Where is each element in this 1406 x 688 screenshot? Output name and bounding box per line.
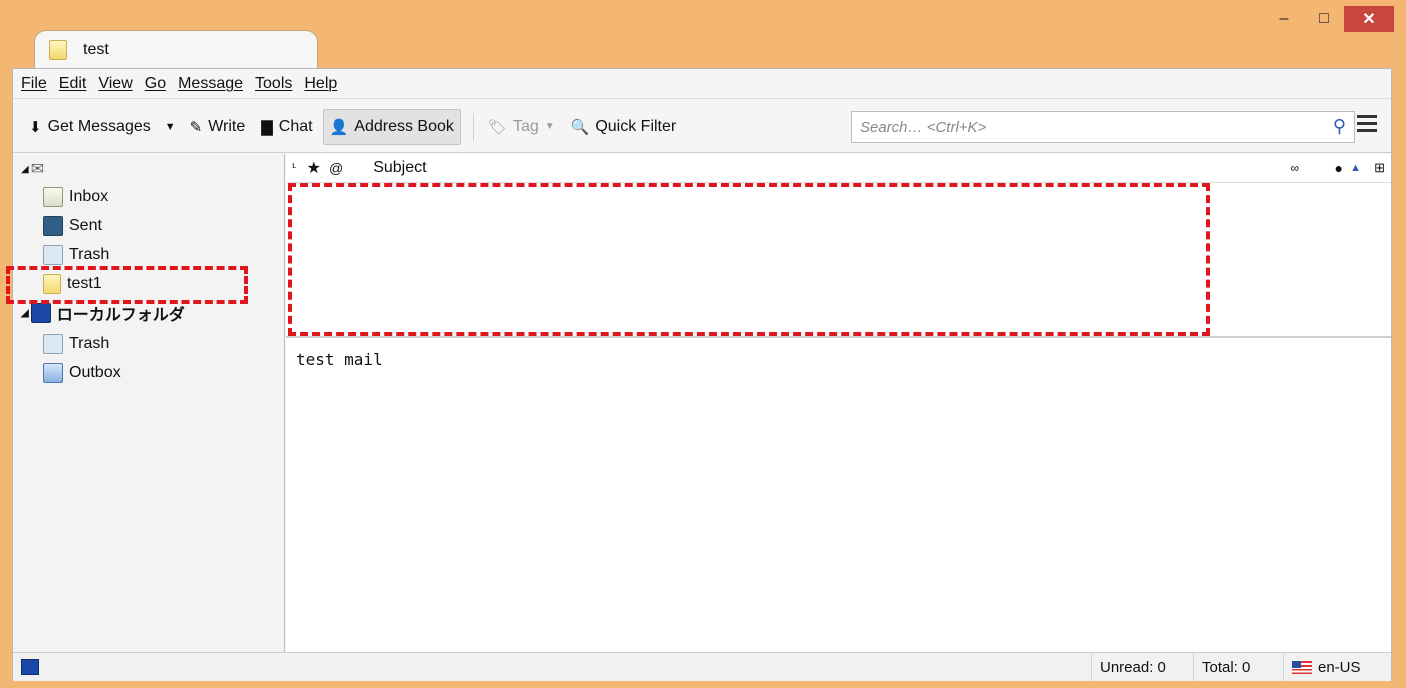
collapse-triangle-icon[interactable]: ◢ [21,164,29,175]
highlight-test1-folder [6,266,248,304]
us-flag-icon [1292,660,1312,674]
junk-column-icon[interactable]: ● [1335,160,1343,176]
tag-button[interactable]: 🏷 Tag ▼ [482,110,561,144]
folder-outbox[interactable]: Outbox [43,360,121,386]
minimize-button[interactable]: – [1264,6,1304,32]
folder-inbox-label: Inbox [69,188,109,205]
chat-button[interactable]: ▇ Chat [255,110,318,144]
search-placeholder: Search… <Ctrl+K> [860,118,987,136]
quick-filter-label: Quick Filter [595,117,677,135]
attachment-column-icon[interactable]: @ [329,160,343,176]
online-status-icon[interactable] [21,659,39,675]
star-column-icon[interactable]: ★ [307,158,321,178]
total-count: Total: 0 [1193,653,1283,681]
write-button[interactable]: ✎ Write [184,110,252,144]
chat-label: Chat [278,117,313,135]
mail-client: File Edit View Go Message Tools Help ⬇ G… [12,68,1392,681]
folder-pane: ◢ ✉ Inbox Sent Trash test1 ◢ ローカルフォルダ Tr… [13,154,285,652]
main-toolbar: ⬇ Get Messages ▼ ✎ Write ▇ Chat 👤 Addres… [13,101,1391,153]
pencil-icon: ✎ [189,118,203,136]
get-messages-dropdown[interactable]: ▼ [161,110,180,144]
window-controls: – □ ✕ [1264,6,1394,32]
thread-column-icon[interactable]: ᒻ [292,161,297,175]
inbox-icon [43,187,63,207]
chat-bubble-icon: ▇ [261,118,273,136]
menu-view[interactable]: View [98,75,132,93]
dropdown-arrow-icon: ▼ [544,121,555,132]
tag-icon: 🏷 [487,118,507,136]
outbox-icon [43,363,63,383]
message-body: test mail [296,350,383,369]
menu-message[interactable]: Message [178,75,243,93]
menu-tools[interactable]: Tools [255,75,292,93]
download-icon: ⬇ [29,118,42,136]
collapse-triangle-icon[interactable]: ◢ [21,308,29,319]
dropdown-arrow-icon: ▼ [164,120,176,133]
folder-sent[interactable]: Sent [43,213,102,239]
menu-edit[interactable]: Edit [59,75,87,93]
language-indicator[interactable]: en-US [1283,653,1373,681]
computer-icon [30,303,51,323]
highlight-thread-area [288,183,1210,336]
envelope-icon: ✉ [30,161,45,178]
sort-ascending-icon[interactable]: ▲ [1350,162,1361,174]
sent-icon [43,216,63,236]
close-button[interactable]: ✕ [1344,6,1394,32]
search-icon[interactable]: ⚲ [1333,116,1346,137]
tag-label: Tag [512,117,539,135]
address-book-label: Address Book [354,117,454,135]
account-row[interactable]: ◢ ✉ [21,156,44,182]
address-book-button[interactable]: 👤 Address Book [322,108,461,145]
message-pane: test mail [286,338,1391,652]
unread-count: Unread: 0 [1091,653,1193,681]
read-column-icon[interactable]: ∞ [1290,161,1299,175]
maximize-button[interactable]: □ [1304,6,1344,32]
thread-header: ᒻ ★ @ Subject ∞ ● ▲ ⊞ [286,154,1391,183]
folder-local-trash-label: Trash [69,335,110,352]
language-label: en-US [1318,658,1361,676]
folder-local-trash[interactable]: Trash [43,331,109,357]
quick-filter-button[interactable]: 🔍 Quick Filter [565,110,683,144]
status-bar: Unread: 0 Total: 0 en-US [13,652,1391,681]
trash-icon [43,245,63,265]
search-input[interactable]: Search… <Ctrl+K> ⚲ [851,111,1355,143]
folder-outbox-label: Outbox [69,364,121,381]
menu-bar: File Edit View Go Message Tools Help [13,69,1391,99]
folder-trash-label: Trash [69,246,110,263]
folder-icon [49,40,67,60]
local-folders-label: ローカルフォルダ [56,307,185,324]
trash-icon [43,334,63,354]
folder-trash[interactable]: Trash [43,242,109,268]
toolbar-separator [472,112,474,141]
get-messages-button[interactable]: ⬇ Get Messages [23,110,157,144]
folder-inbox[interactable]: Inbox [43,184,108,210]
menu-help[interactable]: Help [304,75,337,93]
person-icon: 👤 [329,118,349,136]
menu-file[interactable]: File [21,75,47,93]
subject-column-header[interactable]: Subject [373,159,426,177]
column-picker-icon[interactable]: ⊞ [1374,160,1385,176]
magnifier-icon: 🔍 [570,118,590,136]
write-label: Write [208,117,246,135]
tab-test[interactable]: test [34,30,318,69]
folder-sent-label: Sent [69,217,102,234]
tab-label: test [83,41,109,58]
get-messages-label: Get Messages [47,117,151,135]
menu-go[interactable]: Go [145,75,166,93]
menu-hamburger-icon[interactable] [1357,115,1377,136]
